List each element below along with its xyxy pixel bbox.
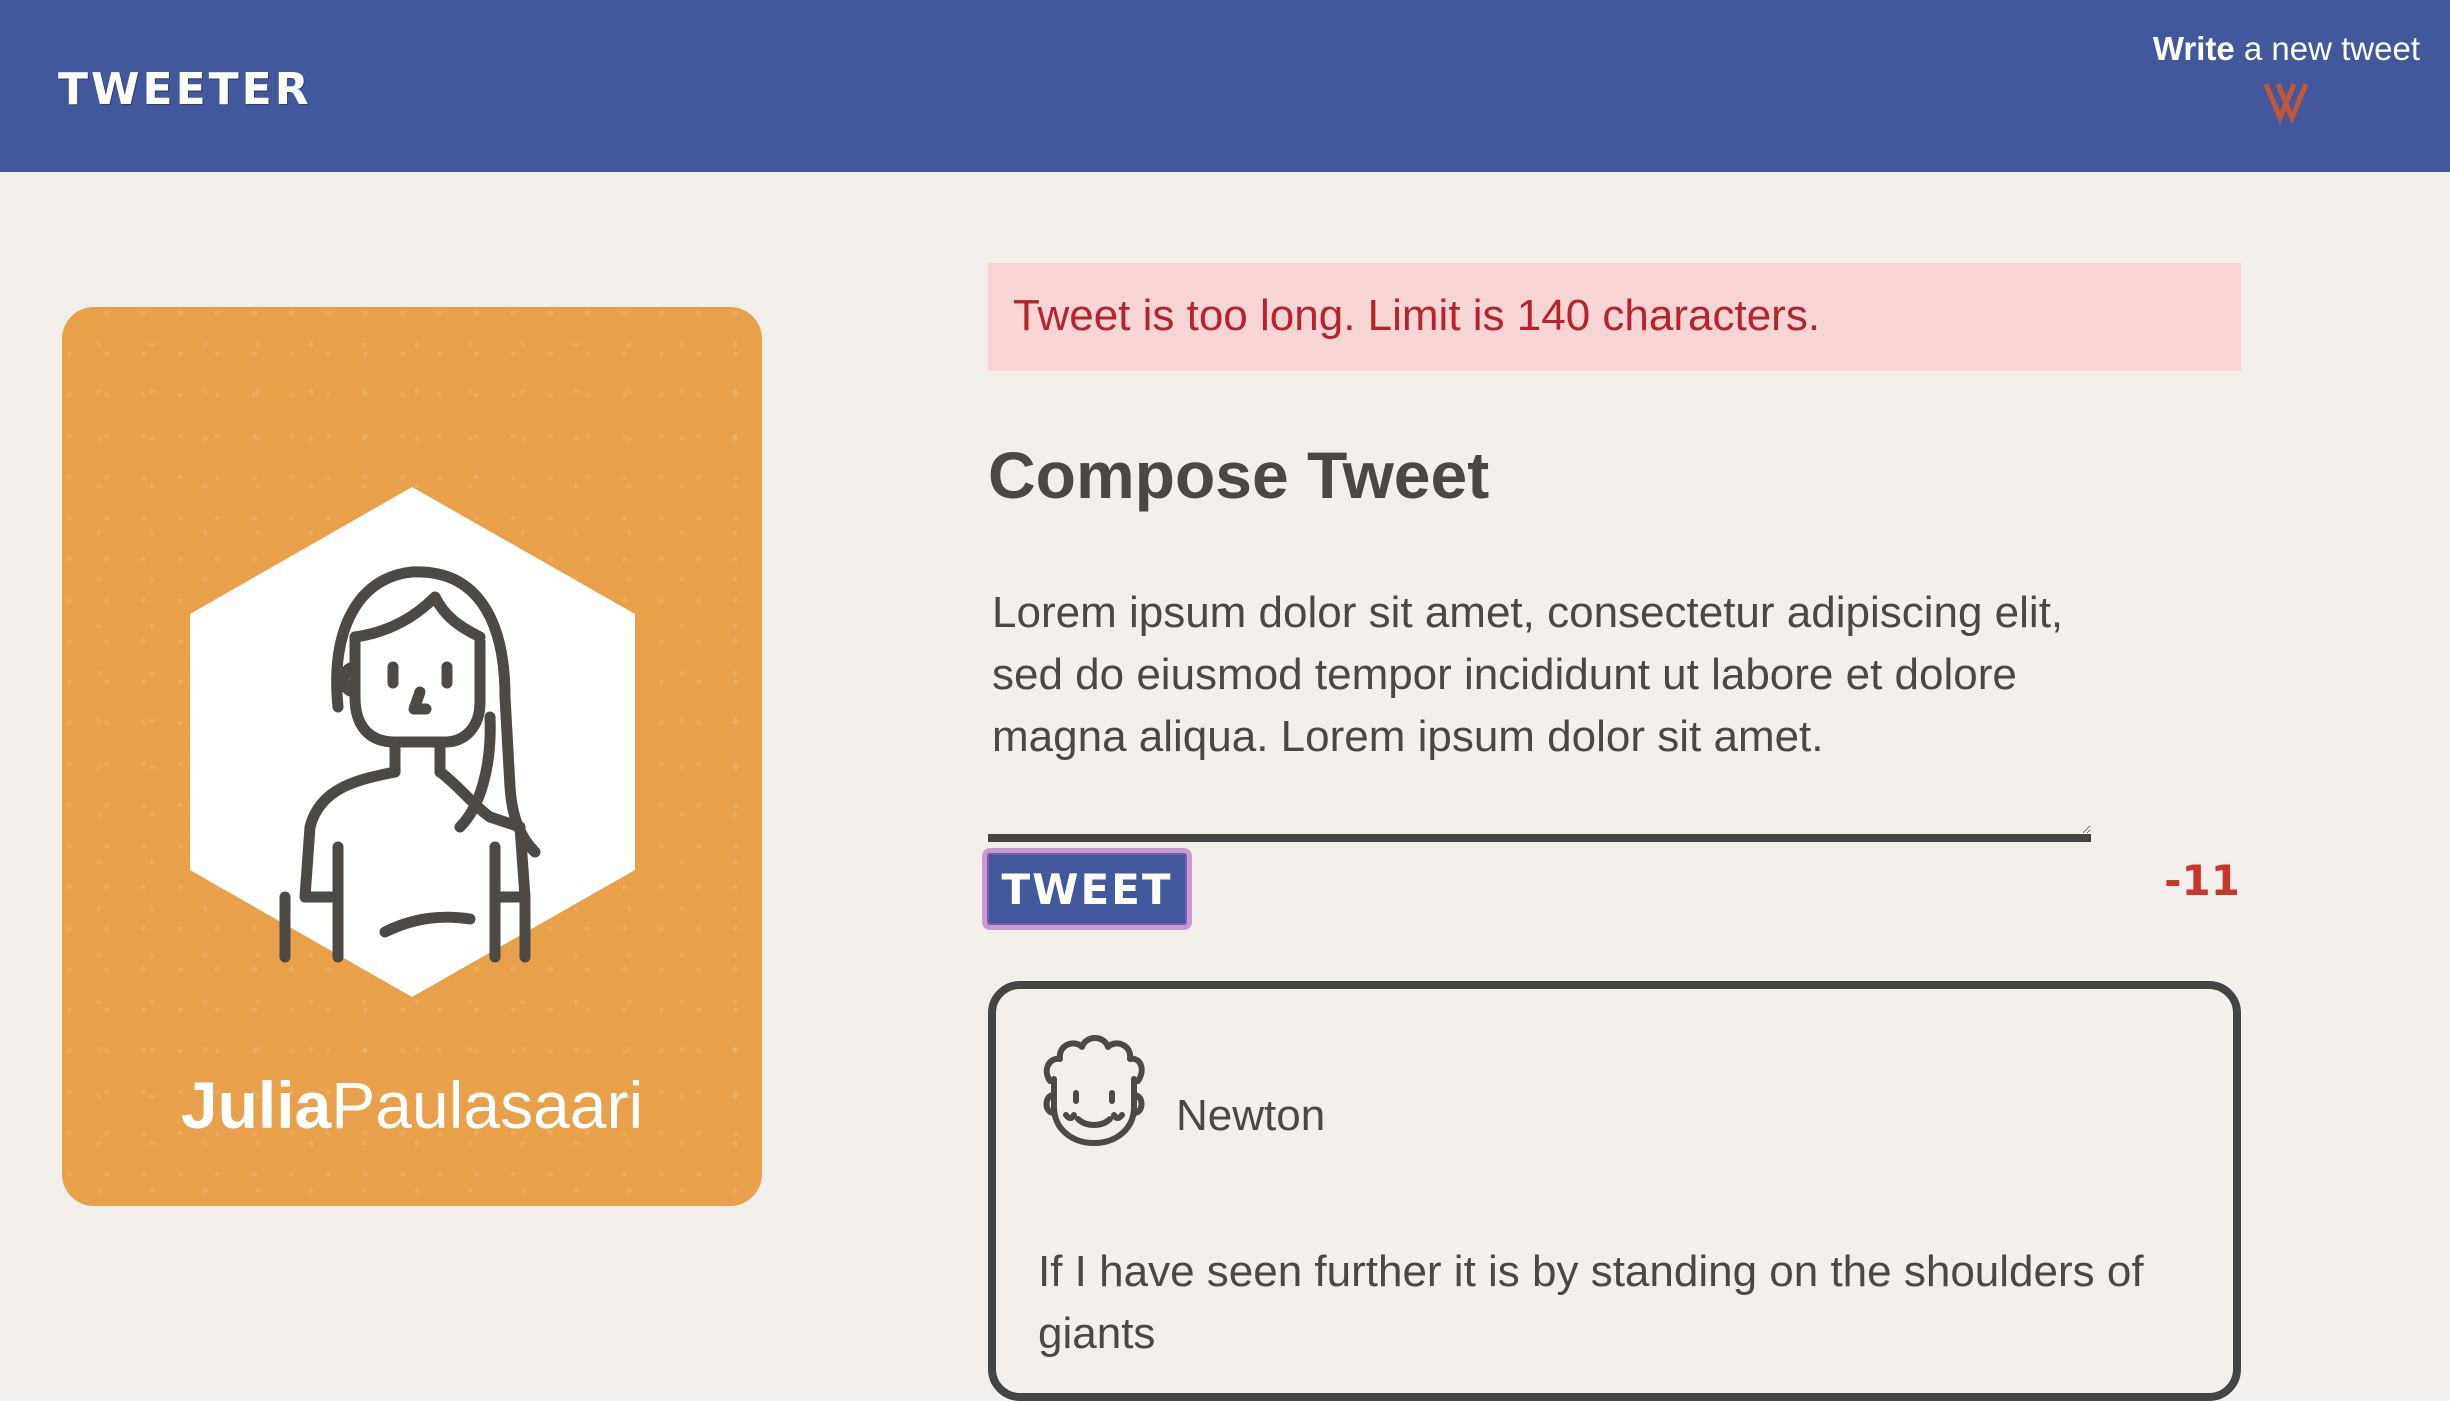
write-new-tweet-toggle[interactable]: Write a new tweet (2153, 30, 2420, 124)
profile-last-name: Paulasaari (331, 1068, 644, 1142)
top-navbar: TWEETER Write a new tweet (0, 0, 2450, 172)
write-label-bold: Write (2152, 30, 2235, 67)
brand-logo[interactable]: TWEETER (58, 64, 312, 115)
double-chevron-down-icon[interactable] (2262, 80, 2310, 124)
error-alert: Tweet is too long. Limit is 140 characte… (988, 263, 2241, 371)
newton-avatar-icon (1043, 1035, 1145, 1146)
tweet-content: If I have seen further it is by standing… (1038, 1247, 2144, 1358)
error-message: Tweet is too long. Limit is 140 characte… (1013, 291, 1821, 340)
profile-card: JuliaPaulasaari (62, 307, 762, 1206)
tweet-username[interactable]: Newton (1176, 1091, 1325, 1141)
profile-name: JuliaPaulasaari (62, 1067, 762, 1143)
profile-first-name: Julia (180, 1068, 332, 1142)
write-new-tweet-label[interactable]: Write a new tweet (2153, 30, 2420, 68)
tweet-textarea[interactable]: Lorem ipsum dolor sit amet, consectetur … (988, 578, 2091, 842)
tweet-card: Newton If I have seen further it is by s… (988, 981, 2241, 1401)
character-counter: -11 (2164, 856, 2240, 905)
compose-title: Compose Tweet (988, 438, 1490, 512)
woman-avatar-icon (190, 487, 635, 997)
tweet-submit-button[interactable]: TWEET (982, 848, 1192, 930)
write-label-rest: a new tweet (2234, 30, 2420, 67)
